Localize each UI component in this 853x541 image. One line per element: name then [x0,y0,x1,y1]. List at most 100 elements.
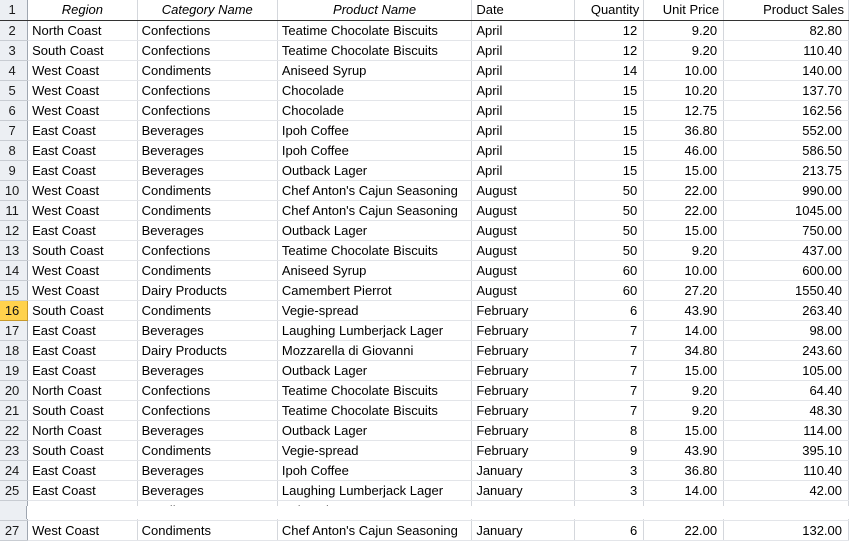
cell-region[interactable]: East Coast [27,140,138,161]
cell-date[interactable]: April [471,120,575,141]
cell-sales[interactable]: 105.00 [723,360,849,381]
row-header-6[interactable]: 6 [0,100,29,121]
cell-quantity[interactable]: 6 [574,520,645,541]
cell-product[interactable]: Ipoh Coffee [277,460,473,481]
cell-category[interactable]: Confections [137,40,278,61]
cell-quantity[interactable]: 50 [574,200,645,221]
cell-sales[interactable]: 395.10 [723,440,849,461]
table-row[interactable]: 19 East Coast Beverages Outback Lager Februa… [0,360,849,381]
cell-quantity[interactable]: 50 [574,240,645,261]
cell-region[interactable]: North Coast [27,380,138,401]
row-header-21[interactable]: 21 [0,400,29,421]
cell-quantity[interactable]: 7 [574,380,645,401]
cell-category[interactable]: Confections [137,400,278,421]
row-header-9[interactable]: 9 [0,160,29,181]
table-row[interactable]: 16 South Coast Condiments Vegie-spread Febru… [0,300,849,321]
cell-category[interactable]: Confections [137,240,278,261]
cell-quantity[interactable]: 7 [574,340,645,361]
cell-product[interactable]: Outback Lager [277,220,473,241]
cell-product[interactable]: Chocolade [277,80,473,101]
row-header-8[interactable]: 8 [0,140,29,161]
cell-price[interactable]: 27.20 [643,280,725,301]
cell-quantity[interactable]: 12 [574,40,645,61]
row-header-20[interactable]: 20 [0,380,29,401]
cell-date[interactable]: April [471,160,575,181]
cell-date[interactable]: April [471,60,575,81]
row-header-2[interactable]: 2 [0,20,29,41]
cell-price[interactable]: 22.00 [643,200,725,221]
cell-price[interactable]: 34.80 [643,340,725,361]
cell-region[interactable]: South Coast [27,440,138,461]
cell-region[interactable]: East Coast [27,120,138,141]
cell-product[interactable]: Outback Lager [277,360,473,381]
row-header-3[interactable]: 3 [0,40,29,61]
column-header-sales[interactable]: Product Sales [723,0,849,21]
cell-region[interactable]: South Coast [27,400,138,421]
cell-quantity[interactable]: 50 [574,220,645,241]
cell-date[interactable]: April [471,20,575,41]
cell-price[interactable]: 9.20 [643,240,725,261]
cell-quantity[interactable]: 9 [574,440,645,461]
cell-product[interactable]: Vegie-spread [277,440,473,461]
row-header-14[interactable]: 14 [0,260,29,281]
cell-category[interactable]: Beverages [137,460,278,481]
cell-sales[interactable]: 82.80 [723,20,849,41]
cell-sales[interactable]: 110.40 [723,40,849,61]
cell-region[interactable]: West Coast [27,260,138,281]
cell-sales[interactable]: 114.00 [723,420,849,441]
cell-product[interactable]: Outback Lager [277,160,473,181]
cell-product[interactable]: Mozzarella di Giovanni [277,340,473,361]
cell-date[interactable]: February [471,400,575,421]
cell-sales[interactable]: 750.00 [723,220,849,241]
cell-region[interactable]: West Coast [27,100,138,121]
cell-category[interactable]: Condiments [137,440,278,461]
cell-sales[interactable]: 42.00 [723,480,849,501]
row-header-18[interactable]: 18 [0,340,29,361]
cell-sales[interactable]: 132.00 [723,520,849,541]
table-row[interactable]: 9 East Coast Beverages Outback Lager April 15… [0,160,849,181]
cell-price[interactable]: 46.00 [643,140,725,161]
table-row[interactable]: 15 West Coast Dairy Products Camembert Pier… [0,280,849,301]
cell-product[interactable]: Teatime Chocolate Biscuits [277,40,473,61]
table-row[interactable]: 24 East Coast Beverages Ipoh Coffee January 3… [0,460,849,481]
cell-category[interactable]: Confections [137,100,278,121]
row-header-12[interactable]: 12 [0,220,29,241]
cell-quantity[interactable]: 50 [574,180,645,201]
row-header-10[interactable]: 10 [0,180,29,201]
table-row[interactable]: 13 South Coast Confections Teatime Chocolat… [0,240,849,261]
cell-date[interactable]: August [471,280,575,301]
cell-price[interactable]: 10.00 [643,260,725,281]
cell-category[interactable]: Beverages [137,220,278,241]
cell-category[interactable]: Beverages [137,140,278,161]
cell-category[interactable]: Condiments [137,260,278,281]
cell-sales[interactable]: 990.00 [723,180,849,201]
cell-category[interactable]: Confections [137,20,278,41]
cell-region[interactable]: West Coast [27,520,138,541]
cell-region[interactable]: East Coast [27,360,138,381]
table-row[interactable]: 3 South Coast Confections Teatime Chocolate… [0,40,849,61]
cell-date[interactable]: January [471,520,575,541]
table-row[interactable]: 22 North Coast Beverages Outback Lager Febru… [0,420,849,441]
table-row[interactable]: 23 South Coast Condiments Vegie-spread Febru… [0,440,849,461]
table-row[interactable]: 10 West Coast Condiments Chef Anton's Cajun… [0,180,849,201]
row-header-17[interactable]: 17 [0,320,29,341]
cell-category[interactable]: Confections [137,80,278,101]
cell-date[interactable]: February [471,300,575,321]
cell-product[interactable]: Ipoh Coffee [277,140,473,161]
cell-region[interactable]: West Coast [27,60,138,81]
row-header-23[interactable]: 23 [0,440,29,461]
cell-product[interactable]: Chef Anton's Cajun Seasoning [277,520,473,541]
cell-quantity[interactable]: 60 [574,260,645,281]
cell-price[interactable]: 15.00 [643,220,725,241]
cell-quantity[interactable]: 15 [574,160,645,181]
cell-quantity[interactable]: 3 [574,480,645,501]
cell-category[interactable]: Dairy Products [137,340,278,361]
cell-date[interactable]: January [471,460,575,481]
cell-quantity[interactable]: 6 [574,300,645,321]
row-header-27[interactable]: 27 [0,520,29,541]
cell-price[interactable]: 36.80 [643,120,725,141]
cell-region[interactable]: East Coast [27,340,138,361]
spreadsheet-grid[interactable]: 1 Region Category Name Product Name Date Quan… [0,0,853,541]
cell-region[interactable]: North Coast [27,20,138,41]
cell-sales[interactable]: 137.70 [723,80,849,101]
